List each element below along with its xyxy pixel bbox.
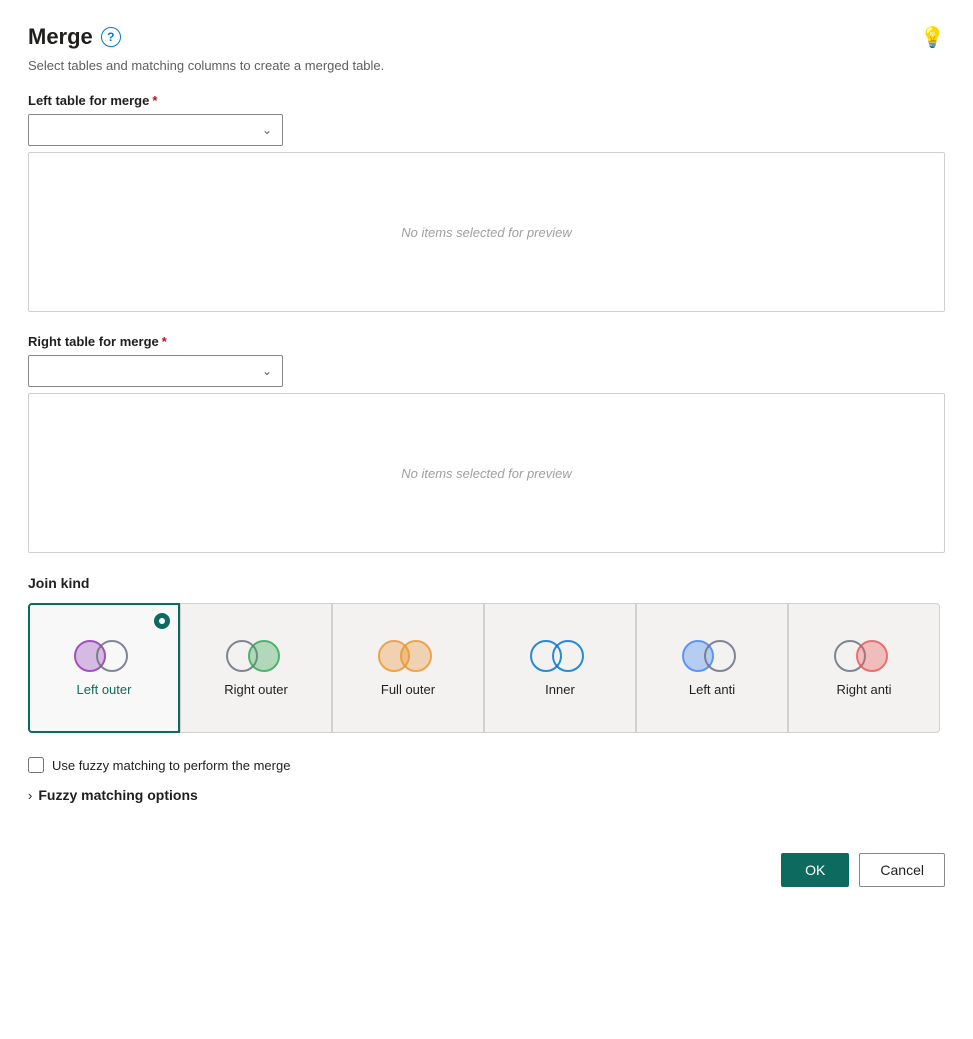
fuzzy-options-row[interactable]: › Fuzzy matching options — [28, 787, 945, 803]
right-table-preview-text: No items selected for preview — [401, 466, 572, 481]
inner-label: Inner — [545, 682, 575, 699]
left-table-chevron-icon: ⌄ — [262, 123, 272, 137]
join-right-anti[interactable]: Right anti — [788, 603, 940, 733]
chevron-right-icon: › — [28, 788, 32, 803]
join-inner[interactable]: Inner — [484, 603, 636, 733]
right-table-preview: No items selected for preview — [28, 393, 945, 553]
right-outer-label: Right outer — [224, 682, 288, 699]
full-outer-label: Full outer — [381, 682, 435, 699]
join-full-outer[interactable]: Full outer — [332, 603, 484, 733]
selected-indicator — [154, 613, 170, 629]
left-anti-label: Left anti — [689, 682, 735, 699]
ok-button[interactable]: OK — [781, 853, 849, 887]
left-outer-label: Left outer — [77, 682, 132, 699]
join-kind-label: Join kind — [28, 575, 945, 591]
right-table-label: Right table for merge* — [28, 334, 945, 349]
right-table-dropdown[interactable]: ⌄ — [28, 355, 283, 387]
footer: OK Cancel — [28, 843, 945, 887]
dialog-header: Merge ? 💡 — [28, 24, 945, 50]
right-outer-venn — [226, 638, 286, 674]
lightbulb-icon[interactable]: 💡 — [920, 25, 945, 50]
full-outer-venn — [378, 638, 438, 674]
subtitle: Select tables and matching columns to cr… — [28, 58, 945, 73]
page-title: Merge — [28, 24, 93, 50]
right-anti-label: Right anti — [837, 682, 892, 699]
fuzzy-checkbox[interactable] — [28, 757, 44, 773]
cancel-button[interactable]: Cancel — [859, 853, 945, 887]
left-table-preview-text: No items selected for preview — [401, 225, 572, 240]
title-row: Merge ? — [28, 24, 121, 50]
help-icon[interactable]: ? — [101, 27, 121, 47]
join-options: Left outer Right outer Full outer Inner … — [28, 603, 945, 733]
left-table-dropdown[interactable]: ⌄ — [28, 114, 283, 146]
left-anti-venn — [682, 638, 742, 674]
right-table-chevron-icon: ⌄ — [262, 364, 272, 378]
fuzzy-options-label: Fuzzy matching options — [38, 787, 197, 803]
left-table-preview: No items selected for preview — [28, 152, 945, 312]
join-left-anti[interactable]: Left anti — [636, 603, 788, 733]
left-outer-venn — [74, 638, 134, 674]
join-right-outer[interactable]: Right outer — [180, 603, 332, 733]
inner-venn — [530, 638, 590, 674]
join-left-outer[interactable]: Left outer — [28, 603, 180, 733]
fuzzy-check-row: Use fuzzy matching to perform the merge — [28, 757, 945, 773]
fuzzy-checkbox-label[interactable]: Use fuzzy matching to perform the merge — [52, 758, 290, 773]
left-table-label: Left table for merge* — [28, 93, 945, 108]
right-anti-venn — [834, 638, 894, 674]
